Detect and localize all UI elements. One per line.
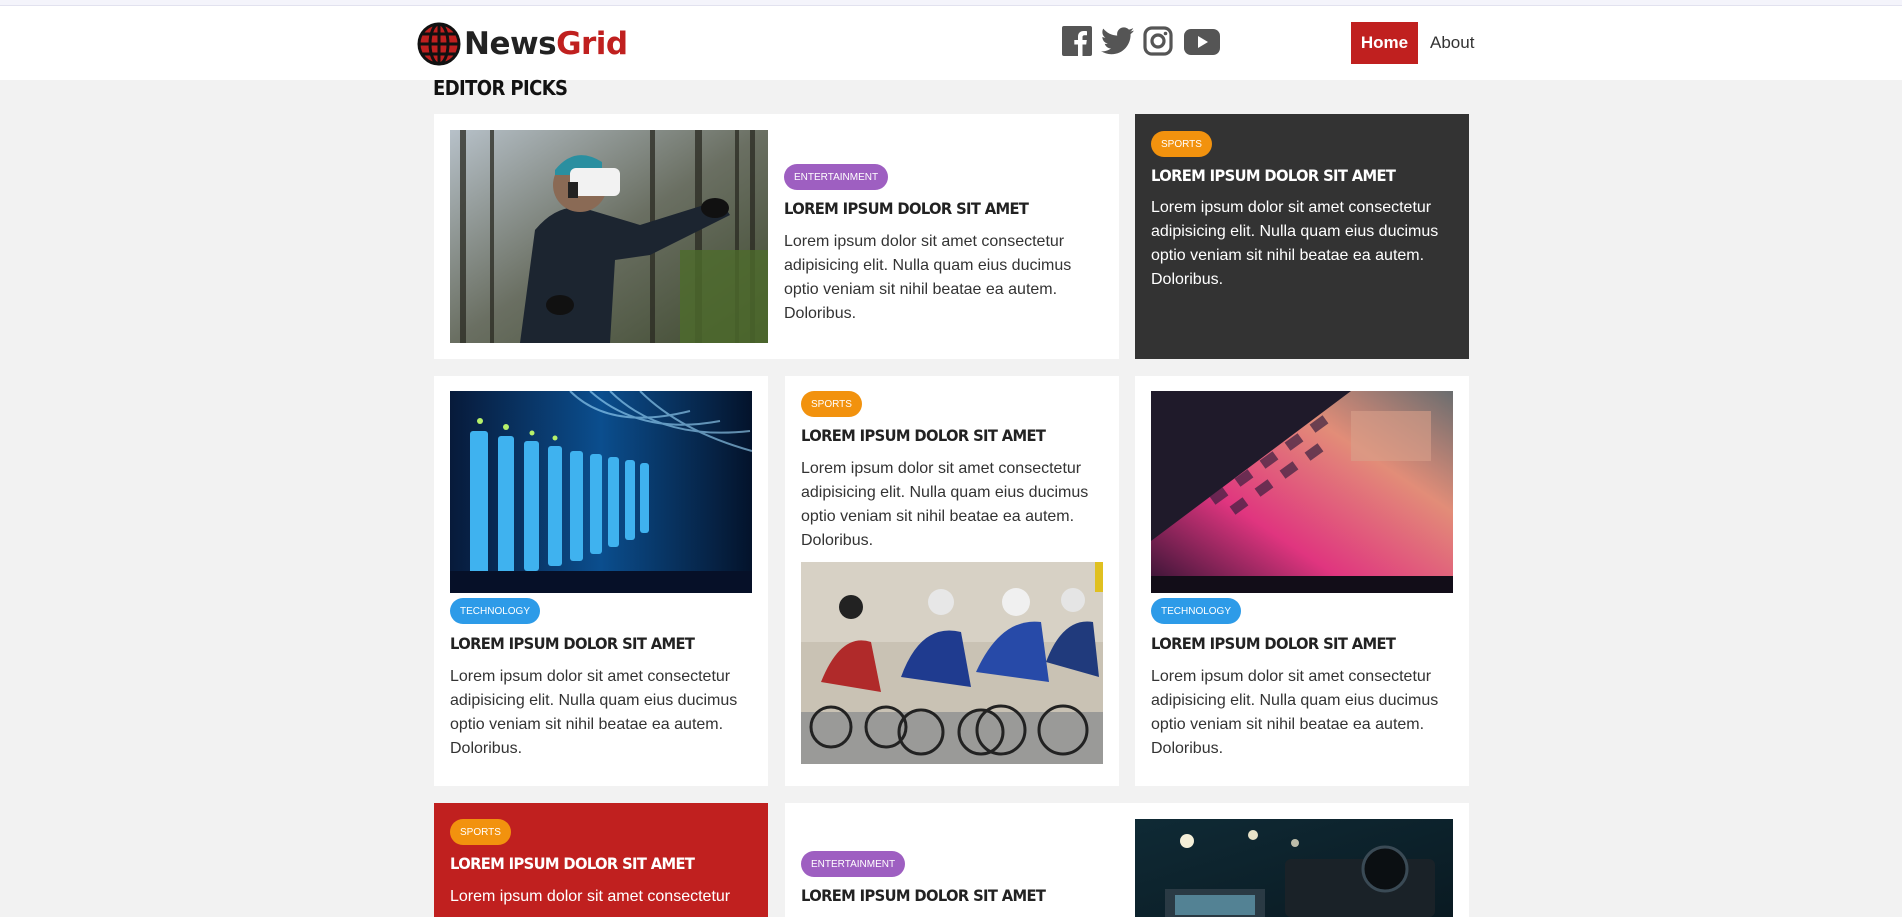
nav-about[interactable]: About xyxy=(1430,22,1474,64)
article-excerpt: Lorem ipsum dolor sit amet consectetur xyxy=(450,888,731,905)
article-excerpt: Lorem ipsum dolor sit amet consectetur a… xyxy=(784,233,1072,322)
category-badge[interactable]: TECHNOLOGY xyxy=(1151,598,1242,624)
article-card-1[interactable]: ENTERTAINMENT LOREM IPSUM DOLOR SIT AMET… xyxy=(434,114,1119,359)
article-card-4[interactable]: SPORTS LOREM IPSUM DOLOR SIT AMET Lorem … xyxy=(785,376,1119,786)
article-title[interactable]: LOREM IPSUM DOLOR SIT AMET xyxy=(1151,166,1396,185)
logo-text-news: News xyxy=(464,26,557,62)
article-title[interactable]: LOREM IPSUM DOLOR SIT AMET xyxy=(450,854,695,873)
twitter-link[interactable] xyxy=(1101,27,1134,55)
article-title[interactable]: LOREM IPSUM DOLOR SIT AMET xyxy=(801,886,1046,905)
article-excerpt: Lorem ipsum dolor sit amet consectetur a… xyxy=(1151,199,1439,288)
studio-camera-photo xyxy=(1135,819,1453,917)
facebook-icon xyxy=(1062,26,1092,56)
section-title: EDITOR PICKS xyxy=(433,76,568,100)
article-card-6[interactable]: SPORTS LOREM IPSUM DOLOR SIT AMET Lorem … xyxy=(434,803,768,917)
article-card-5[interactable]: TECHNOLOGY LOREM IPSUM DOLOR SIT AMET Lo… xyxy=(1135,376,1469,786)
cycling-race-photo xyxy=(801,562,1103,764)
instagram-icon xyxy=(1143,26,1173,56)
category-badge[interactable]: SPORTS xyxy=(1151,131,1212,157)
article-image-camera[interactable] xyxy=(1135,819,1453,917)
youtube-icon xyxy=(1184,29,1220,55)
logo-text-grid: Grid xyxy=(556,26,628,62)
globe-icon xyxy=(417,22,461,66)
article-title[interactable]: LOREM IPSUM DOLOR SIT AMET xyxy=(784,199,1029,218)
article-card-3[interactable]: TECHNOLOGY LOREM IPSUM DOLOR SIT AMET Lo… xyxy=(434,376,768,786)
category-badge[interactable]: TECHNOLOGY xyxy=(450,598,541,624)
article-card-2[interactable]: SPORTS LOREM IPSUM DOLOR SIT AMET Lorem … xyxy=(1135,114,1469,359)
category-badge[interactable]: ENTERTAINMENT xyxy=(801,851,906,877)
youtube-link[interactable] xyxy=(1184,29,1220,55)
twitter-icon xyxy=(1101,27,1134,55)
article-excerpt: Lorem ipsum dolor sit amet consectetur a… xyxy=(450,668,738,757)
category-badge[interactable]: SPORTS xyxy=(450,819,511,845)
nav-home[interactable]: Home xyxy=(1351,22,1418,64)
article-image-cycling[interactable] xyxy=(801,562,1103,764)
article-card-7[interactable]: ENTERTAINMENT LOREM IPSUM DOLOR SIT AMET xyxy=(785,803,1469,917)
article-title[interactable]: LOREM IPSUM DOLOR SIT AMET xyxy=(450,634,695,653)
article-image-laptop[interactable] xyxy=(1151,391,1453,593)
category-badge[interactable]: ENTERTAINMENT xyxy=(784,164,889,190)
site-header: NewsGrid Home About xyxy=(0,6,1902,80)
article-title[interactable]: LOREM IPSUM DOLOR SIT AMET xyxy=(801,426,1046,445)
laptop-photo xyxy=(1151,391,1453,593)
article-excerpt: Lorem ipsum dolor sit amet consectetur a… xyxy=(1151,668,1439,757)
server-rack-photo xyxy=(450,391,752,593)
logo[interactable]: NewsGrid xyxy=(417,21,628,67)
logo-text: NewsGrid xyxy=(464,26,628,62)
category-badge[interactable]: SPORTS xyxy=(801,391,862,417)
facebook-link[interactable] xyxy=(1062,26,1092,56)
vr-headset-photo xyxy=(450,130,768,343)
article-image-vr[interactable] xyxy=(450,130,768,343)
article-image-servers[interactable] xyxy=(450,391,752,593)
article-title[interactable]: LOREM IPSUM DOLOR SIT AMET xyxy=(1151,634,1396,653)
instagram-link[interactable] xyxy=(1143,26,1173,56)
article-excerpt: Lorem ipsum dolor sit amet consectetur a… xyxy=(801,460,1089,549)
